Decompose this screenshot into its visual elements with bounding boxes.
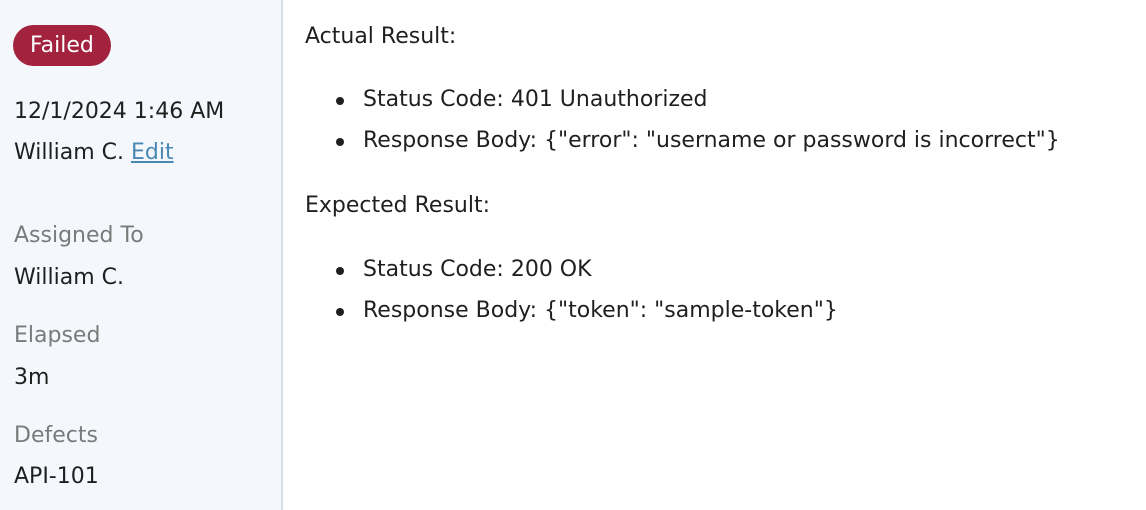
author-name: William C. xyxy=(14,140,124,165)
status-badge: Failed xyxy=(13,25,111,66)
result-sidebar: Failed 12/1/2024 1:46 AM William C. Edit… xyxy=(0,0,283,510)
actual-result-title: Actual Result: xyxy=(305,24,457,49)
expected-result-list: Status Code: 200 OK Response Body: {"tok… xyxy=(305,255,838,337)
result-author: William C. Edit xyxy=(14,138,174,168)
list-item: Status Code: 401 Unauthorized xyxy=(305,85,1060,126)
list-item: Status Code: 200 OK xyxy=(305,255,838,296)
list-item: Response Body: {"error": "username or pa… xyxy=(305,126,1060,167)
defects-value: API-101 xyxy=(14,464,99,489)
assigned-to-label: Assigned To xyxy=(14,223,144,248)
list-item: Response Body: {"token": "sample-token"} xyxy=(305,296,838,337)
test-result-panel: Failed 12/1/2024 1:46 AM William C. Edit… xyxy=(0,0,1146,510)
defects-label: Defects xyxy=(14,423,98,448)
assigned-to-value: William C. xyxy=(14,265,124,290)
actual-result-list: Status Code: 401 Unauthorized Response B… xyxy=(305,85,1060,167)
elapsed-value: 3m xyxy=(14,365,50,390)
result-datetime: 12/1/2024 1:46 AM xyxy=(14,99,225,124)
elapsed-label: Elapsed xyxy=(14,323,101,348)
expected-result-title: Expected Result: xyxy=(305,193,491,218)
edit-link[interactable]: Edit xyxy=(131,140,174,165)
